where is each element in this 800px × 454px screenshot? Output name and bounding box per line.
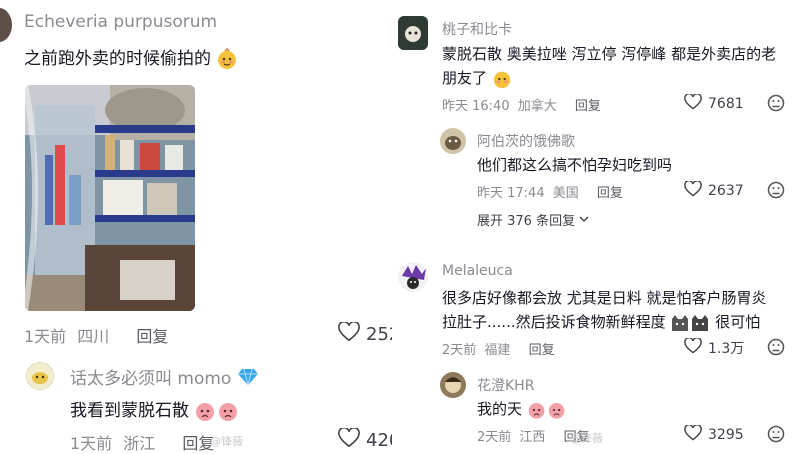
reply-location: 江西 bbox=[519, 430, 546, 445]
cat-face-emoji bbox=[670, 313, 710, 333]
comment-text-line2-body: 朋友了 bbox=[442, 69, 488, 87]
comment-text-body: 之前跑外卖的时候偷拍的 bbox=[24, 49, 211, 69]
comment-meta: 1天前 四川 回复 bbox=[24, 323, 168, 347]
reply-time: 1天前 bbox=[70, 434, 113, 453]
reply-location: 美国 bbox=[552, 186, 579, 201]
expand-replies-button[interactable]: 展开 376 条回复 bbox=[477, 210, 589, 229]
reply-time: 昨天 17:44 bbox=[477, 186, 545, 201]
like-count: 7681 bbox=[708, 96, 744, 112]
dislike-icon[interactable] bbox=[767, 94, 785, 116]
heart-icon[interactable] bbox=[338, 426, 360, 453]
left-comment-panel: Echeveria purpusorum 之前跑外卖的时候偷拍的 1天前 四川 … bbox=[0, 0, 406, 453]
diamond-icon bbox=[237, 368, 259, 391]
comment-text: 之前跑外卖的时候偷拍的 bbox=[24, 44, 238, 70]
like-control[interactable]: 252 bbox=[338, 320, 400, 347]
reply-meta: 昨天 17:44 美国 回复 bbox=[477, 182, 623, 201]
commenter-avatar[interactable] bbox=[0, 8, 12, 42]
heart-icon[interactable] bbox=[338, 320, 360, 347]
comment-time: 1天前 bbox=[24, 327, 67, 346]
reply-button[interactable]: 回复 bbox=[529, 343, 555, 358]
expand-replies-label: 展开 376 条回复 bbox=[477, 214, 576, 229]
reply-meta: 1天前 浙江 回复 bbox=[70, 430, 214, 454]
dislike-icon[interactable] bbox=[767, 181, 785, 203]
reply-like-count: 3295 bbox=[708, 427, 744, 443]
comment-time: 2天前 bbox=[442, 343, 477, 358]
comment-text-line2-tail: 很可怕 bbox=[715, 313, 761, 331]
reply-username[interactable]: 花澄KHR bbox=[477, 375, 534, 395]
reply-like-control[interactable]: 2637 bbox=[684, 180, 744, 201]
comment-text-line2: 朋友了 bbox=[442, 67, 512, 89]
reply-time: 2天前 bbox=[477, 430, 512, 445]
comment-location: 四川 bbox=[77, 327, 110, 346]
comment-text-line2: 拉肚子......然后投诉食物新鲜程度 很可怕 bbox=[442, 311, 760, 333]
reply-avatar[interactable] bbox=[440, 372, 466, 398]
like-count: 1.3万 bbox=[708, 341, 745, 357]
heart-icon[interactable] bbox=[684, 93, 702, 114]
crying-face-emoji bbox=[527, 400, 567, 420]
comment-photo[interactable] bbox=[25, 85, 195, 311]
reply-location: 浙江 bbox=[123, 434, 156, 453]
comment-text-line1: 蒙脱石散 奥美拉唑 泻立停 泻停峰 都是外卖店的老 bbox=[442, 45, 777, 63]
reply-reply-button[interactable]: 回复 bbox=[597, 186, 623, 201]
heart-icon[interactable] bbox=[684, 424, 702, 445]
shy-face-emoji bbox=[492, 69, 512, 89]
reply-username[interactable]: 话太多必须叫 momo bbox=[70, 364, 259, 391]
reply-text: 我的天 bbox=[477, 398, 567, 420]
reply-avatar[interactable] bbox=[440, 128, 466, 154]
like-control[interactable]: 7681 bbox=[684, 93, 744, 114]
comment-username[interactable]: Echeveria purpusorum bbox=[24, 12, 217, 32]
commenter-avatar[interactable] bbox=[398, 262, 428, 292]
comment-username[interactable]: 桃子和比卡 bbox=[442, 19, 512, 39]
reply-text-body: 我看到蒙脱石散 bbox=[70, 401, 189, 421]
reply-username-text: 话太多必须叫 momo bbox=[70, 369, 232, 389]
chevron-down-icon bbox=[579, 212, 589, 227]
comment-location: 福建 bbox=[484, 343, 511, 358]
reply-button[interactable]: 回复 bbox=[136, 327, 168, 346]
reply-button[interactable]: 回复 bbox=[575, 99, 601, 114]
like-control[interactable]: 1.3万 bbox=[684, 337, 745, 358]
comment-meta: 昨天 16:40 加拿大 回复 bbox=[442, 95, 601, 114]
heart-icon[interactable] bbox=[684, 180, 702, 201]
shy-face-emoji bbox=[216, 48, 238, 70]
crying-face-emoji bbox=[194, 400, 240, 422]
watermark: @锋薇 bbox=[210, 435, 243, 448]
comment-text-line1: 很多店好像都会放 尤其是日料 就是怕客户肠胃炎 bbox=[442, 289, 767, 307]
watermark: @锋薇 bbox=[570, 432, 603, 445]
reply-like-control[interactable]: 3295 bbox=[684, 424, 744, 445]
dislike-icon[interactable] bbox=[767, 338, 785, 360]
right-comment-panel: 桃子和比卡 蒙脱石散 奥美拉唑 泻立停 泻停峰 都是外卖店的老 朋友了 昨天 1… bbox=[392, 0, 800, 450]
dislike-icon[interactable] bbox=[767, 425, 785, 447]
comment-location: 加拿大 bbox=[517, 99, 557, 114]
reply-like-control[interactable]: 420 bbox=[338, 426, 400, 453]
comment-time: 昨天 16:40 bbox=[442, 99, 510, 114]
commenter-avatar[interactable] bbox=[398, 16, 428, 50]
heart-icon[interactable] bbox=[684, 337, 702, 358]
reply-text-body: 我的天 bbox=[477, 400, 523, 418]
reply-text: 我看到蒙脱石散 bbox=[70, 396, 240, 422]
comment-text-line2-body: 拉肚子......然后投诉食物新鲜程度 bbox=[442, 313, 666, 331]
comment-username[interactable]: Melaleuca bbox=[442, 263, 513, 279]
reply-like-count: 2637 bbox=[708, 183, 744, 199]
reply-text: 他们都这么搞不怕孕妇吃到吗 bbox=[477, 156, 673, 174]
reply-avatar[interactable] bbox=[26, 362, 54, 390]
reply-username[interactable]: 阿伯茨的饿佛歌 bbox=[477, 131, 575, 151]
comment-meta: 2天前 福建 回复 bbox=[442, 339, 555, 358]
